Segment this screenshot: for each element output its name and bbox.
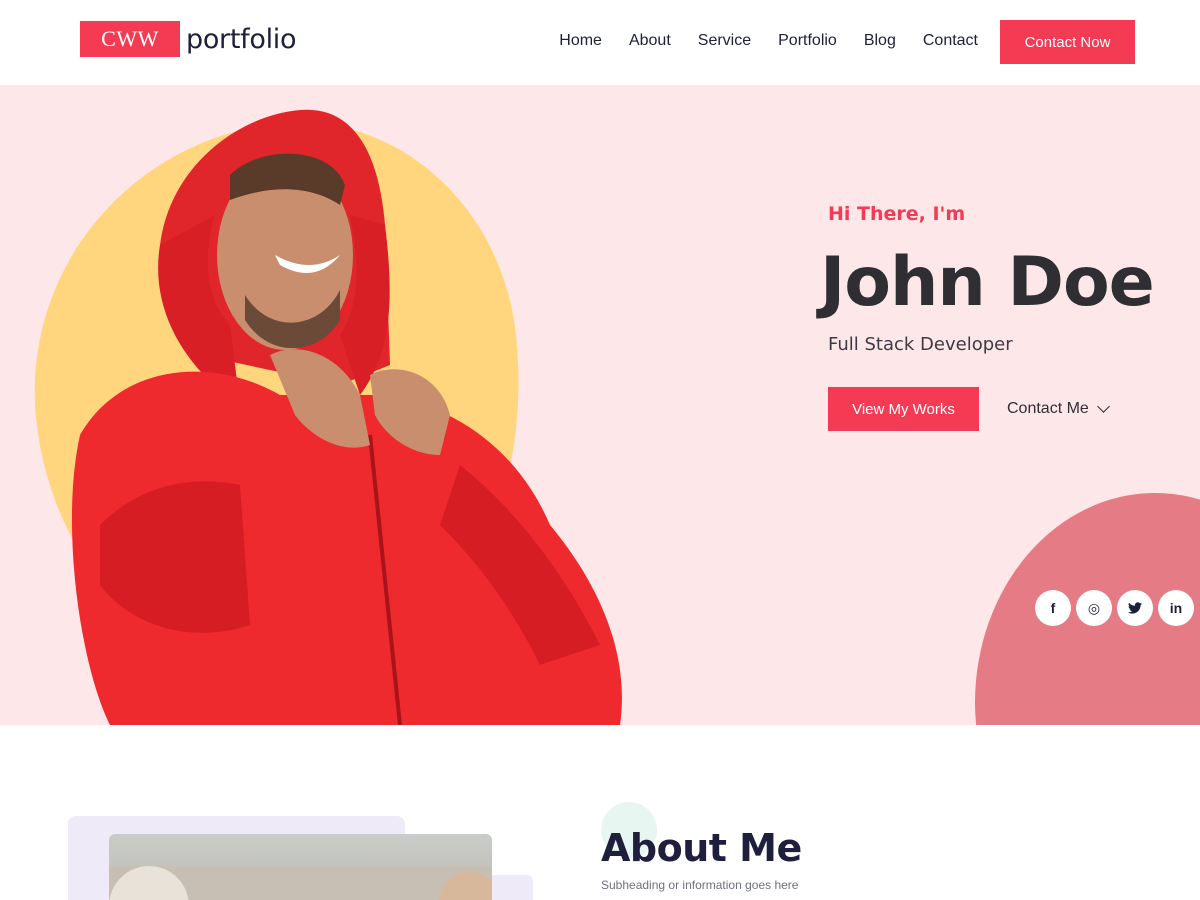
- nav-service[interactable]: Service: [698, 32, 751, 50]
- hero-person-image: [71, 109, 622, 725]
- contact-me-dropdown[interactable]: Contact Me: [1007, 400, 1110, 418]
- linkedin-icon[interactable]: in: [1158, 590, 1194, 626]
- contact-now-button[interactable]: Contact Now: [1000, 20, 1135, 64]
- about-photo: [109, 834, 492, 900]
- logo-text: portfolio: [186, 23, 297, 55]
- nav-blog[interactable]: Blog: [864, 32, 896, 50]
- social-links: f ◎ in: [1035, 590, 1194, 626]
- hero-name: John Doe: [820, 243, 1155, 322]
- chevron-down-icon: [1096, 400, 1110, 413]
- nav-contact[interactable]: Contact: [923, 32, 978, 50]
- nav-portfolio[interactable]: Portfolio: [778, 32, 837, 50]
- site-header: CWW portfolio Home About Service Portfol…: [0, 0, 1200, 85]
- hero-actions: View My Works Contact Me: [828, 387, 1154, 431]
- contact-me-label: Contact Me: [1007, 400, 1089, 417]
- twitter-bird-glyph: [1128, 602, 1142, 614]
- instagram-icon[interactable]: ◎: [1076, 590, 1112, 626]
- logo-mark: CWW: [80, 21, 180, 57]
- twitter-icon[interactable]: [1117, 590, 1153, 626]
- nav-home[interactable]: Home: [559, 32, 602, 50]
- site-logo[interactable]: CWW portfolio: [80, 21, 297, 57]
- facebook-icon[interactable]: f: [1035, 590, 1071, 626]
- hero-greeting: Hi There, I'm: [828, 203, 966, 225]
- main-nav: Home About Service Portfolio Blog Contac…: [532, 32, 978, 50]
- hero-section: Hi There, I'm John Doe Full Stack Develo…: [0, 85, 1200, 725]
- nav-about[interactable]: About: [629, 32, 671, 50]
- about-subtitle: Subheading or information goes here: [601, 878, 799, 892]
- hero-intro: Hi There, I'm John Doe Full Stack Develo…: [820, 203, 1155, 431]
- about-title: About Me: [601, 826, 802, 870]
- view-my-works-button[interactable]: View My Works: [828, 387, 979, 431]
- hero-role: Full Stack Developer: [828, 334, 1013, 355]
